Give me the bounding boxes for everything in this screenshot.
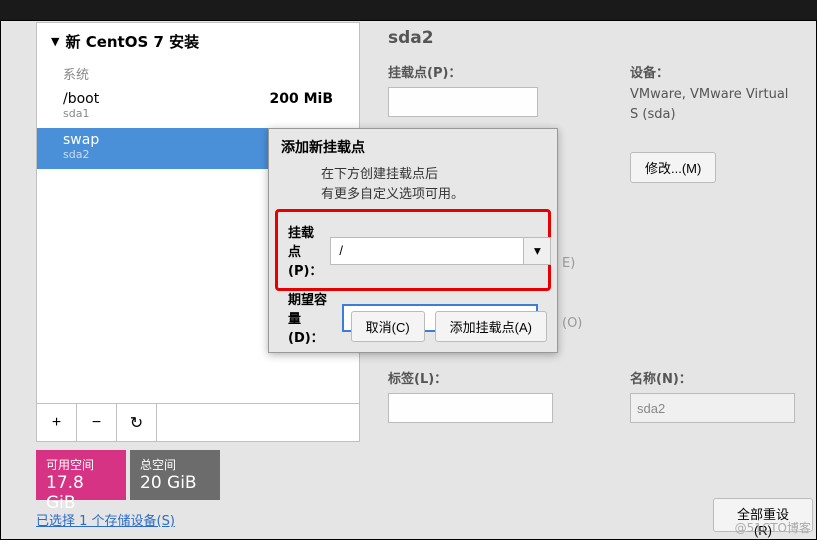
add-mount-point-dialog: 添加新挂载点 在下方创建挂载点后 有更多自定义选项可用。 挂载点(P)： ▾ 期… [268,128,558,353]
remove-partition-button[interactable]: − [77,404,117,441]
mount-name: /boot [63,91,99,107]
device-text: VMware, VMware Virtual S (sda) [630,85,800,124]
highlight-box: 挂载点(P)： ▾ 期望容量(D)： [275,209,551,291]
selected-devices-link[interactable]: 已选择 1 个存储设备(S) [36,510,175,529]
total-label: 总空间 [140,456,210,473]
add-mount-point-button[interactable]: 添加挂载点(A) [435,311,547,342]
total-value: 20 GiB [140,473,210,493]
chevron-down-icon: ▼ [51,35,59,48]
dialog-capacity-label: 期望容量(D)： [288,289,334,346]
avail-value: 17.8 GiB [46,473,116,513]
label-group: 标签(L)： [388,368,553,423]
available-space-box: 可用空间 17.8 GiB [36,450,126,500]
device-name: sda2 [63,148,99,161]
partition-toolbar: + − ↻ [37,403,359,441]
dialog-description: 在下方创建挂载点后 有更多自定义选项可用。 [269,165,557,210]
window-titlebar [0,0,817,20]
section-system: 系统 [37,60,359,87]
watermark: @51CTO博客 [735,519,811,536]
dialog-mount-label: 挂载点(P)： [288,222,322,279]
device-group: 设备： [630,62,669,87]
partition-size: 200 MiB [270,91,334,107]
name-label: 名称(N)： [630,368,795,387]
total-space-box: 总空间 20 GiB [130,450,220,500]
chevron-down-icon: ▾ [534,243,541,259]
dialog-title: 添加新挂载点 [269,129,557,165]
mount-point-group: 挂载点(P)： [388,62,538,117]
fstype-hint: E) [562,256,575,271]
modify-device-button[interactable]: 修改...(M) [630,152,716,183]
name-input [630,393,795,423]
name-group: 名称(N)： [630,368,795,423]
combo-dropdown-button[interactable]: ▾ [523,237,551,265]
options-hint: (O) [562,316,582,331]
reload-button[interactable]: ↻ [117,404,157,441]
label-input[interactable] [388,393,553,423]
mount-point-combo[interactable]: ▾ [330,237,551,265]
device-name: sda1 [63,107,99,120]
dialog-buttons: 取消(C) 添加挂载点(A) [351,311,547,342]
avail-label: 可用空间 [46,456,116,473]
mount-row: 挂载点(P)： ▾ [288,222,538,279]
mount-name: swap [63,132,99,148]
add-partition-button[interactable]: + [37,404,77,441]
install-header[interactable]: ▼ 新 CentOS 7 安装 [37,23,359,60]
install-title: 新 CentOS 7 安装 [65,31,199,52]
detail-title: sda2 [388,28,434,48]
mount-point-label: 挂载点(P)： [388,62,538,81]
partition-row-boot[interactable]: /boot sda1 200 MiB [37,87,359,128]
mount-point-combo-input[interactable] [330,237,523,265]
mount-point-input[interactable] [388,87,538,117]
device-label: 设备： [630,62,669,81]
cancel-button[interactable]: 取消(C) [351,311,425,342]
label-label: 标签(L)： [388,368,553,387]
